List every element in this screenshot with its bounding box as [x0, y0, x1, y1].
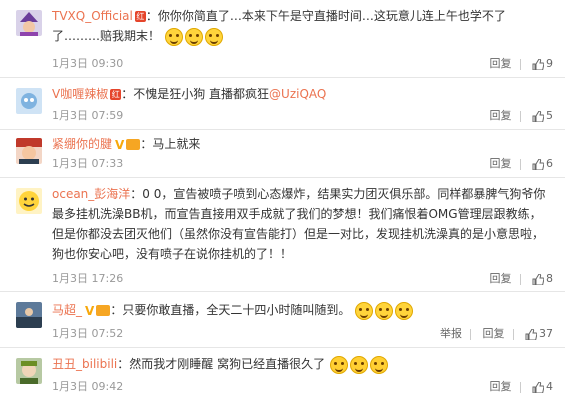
username-link[interactable]: 马超_: [52, 303, 82, 317]
reply-button[interactable]: 回复: [483, 325, 505, 343]
like-button[interactable]: 9: [532, 55, 553, 73]
avatar[interactable]: [16, 10, 42, 36]
comment-text: ：然而我才刚睡醒 窝狗已经直播很久了: [117, 357, 326, 371]
comment-meta: 1月3日 09:30 回复 9: [52, 55, 553, 73]
comment-body: 丑丑_bilibili：然而我才刚睡醒 窝狗已经直播很久了: [52, 354, 553, 374]
comment-body: V咖喱辣椒红：不愧是狂小狗 直播都疯狂@UziQAQ: [52, 84, 553, 104]
member-badge-icon: 红: [110, 89, 122, 100]
thumbs-up-icon: [532, 381, 544, 393]
comment-item: 紧绷你的腱 V ：马上就来 1月3日 07:33 回复 6: [0, 130, 565, 178]
mention-link[interactable]: @UziQAQ: [269, 87, 326, 101]
comment-list: TVXQ_Official 红：你你你简直了…本来下午是守直播时间…这玩意儿连上午…: [0, 0, 565, 408]
thumbs-up-icon: [532, 58, 544, 70]
laughing-emoji-icon: [329, 355, 348, 374]
avatar[interactable]: [16, 188, 42, 214]
laughing-emoji-icon: [369, 355, 388, 374]
like-count: 6: [546, 157, 553, 170]
timestamp: 1月3日 07:52: [52, 327, 124, 340]
comment-meta: 1月3日 07:33 回复 6: [52, 155, 553, 173]
reply-button[interactable]: 回复: [490, 107, 512, 125]
comment-item: ocean_彭海洋：0 0，宣告被喷子喷到心态爆炸，结果实力团灭俱乐部。同样都暴…: [0, 178, 565, 292]
emoji-icon: [164, 27, 183, 46]
emoji-icon: [184, 27, 203, 46]
comment-body: 马超_ V ：只要你敢直播，全天二十四小时随叫随到。: [52, 300, 553, 321]
comment-item: V咖喱辣椒红：不愧是狂小狗 直播都疯狂@UziQAQ 1月3日 07:59 回复…: [0, 78, 565, 130]
comment-item: 丑丑_bilibili：然而我才刚睡醒 窝狗已经直播很久了 1月3日 09:42…: [0, 348, 565, 408]
avatar[interactable]: [16, 138, 42, 164]
avatar[interactable]: [16, 302, 42, 328]
like-count: 9: [546, 57, 553, 70]
verified-v-icon: V: [115, 137, 125, 152]
avatar[interactable]: [16, 88, 42, 114]
comment-meta: 1月3日 09:42 回复 4: [52, 378, 553, 396]
verified-v-icon: V: [85, 303, 95, 318]
reply-button[interactable]: 回复: [490, 55, 512, 73]
comment-body: 紧绷你的腱 V ：马上就来: [52, 134, 553, 155]
comment-meta: 1月3日 07:52 举报 回复 37: [52, 325, 553, 343]
thumbs-up-icon: [525, 328, 537, 340]
crown-icon: [96, 305, 111, 316]
emoji-icon: [375, 301, 394, 320]
username-link[interactable]: 紧绷你的腱: [52, 137, 112, 151]
comment-text: ：马上就来: [140, 137, 201, 151]
thumbs-up-icon: [532, 110, 544, 122]
like-button[interactable]: 8: [532, 270, 553, 288]
emoji-icon: [355, 301, 374, 320]
comment-meta: 1月3日 17:26 回复 8: [52, 270, 553, 288]
reply-button[interactable]: 回复: [490, 270, 512, 288]
thumbs-up-icon: [532, 158, 544, 170]
username-link[interactable]: V咖喱辣椒: [52, 87, 108, 101]
like-count: 4: [546, 380, 553, 393]
emoji-icon: [395, 301, 414, 320]
timestamp: 1月3日 07:59: [52, 109, 124, 122]
thumbs-up-icon: [532, 273, 544, 285]
avatar[interactable]: [16, 358, 42, 384]
username-link[interactable]: ocean_彭海洋: [52, 187, 130, 201]
like-count: 8: [546, 272, 553, 285]
emoji-icon: [204, 27, 223, 46]
timestamp: 1月3日 09:30: [52, 57, 124, 70]
report-button[interactable]: 举报: [440, 325, 462, 343]
like-button[interactable]: 5: [532, 107, 553, 125]
laughing-emoji-icon: [349, 355, 368, 374]
comment-body: ocean_彭海洋：0 0，宣告被喷子喷到心态爆炸，结果实力团灭俱乐部。同样都暴…: [52, 184, 553, 264]
like-button[interactable]: 6: [532, 155, 553, 173]
username-link[interactable]: TVXQ_Official: [52, 9, 133, 23]
username-link[interactable]: 丑丑_bilibili: [52, 357, 117, 371]
timestamp: 1月3日 09:42: [52, 380, 124, 393]
member-badge-icon: 红: [134, 11, 146, 22]
timestamp: 1月3日 07:33: [52, 157, 124, 170]
like-button[interactable]: 4: [532, 378, 553, 396]
timestamp: 1月3日 17:26: [52, 272, 124, 285]
comment-text: ：不愧是狂小狗 直播都疯狂: [121, 87, 270, 101]
comment-text: ：只要你敢直播，全天二十四小时随叫随到。: [110, 303, 351, 317]
comment-item: TVXQ_Official 红：你你你简直了…本来下午是守直播时间…这玩意儿连上午…: [0, 0, 565, 78]
like-count: 37: [539, 327, 553, 340]
reply-button[interactable]: 回复: [490, 155, 512, 173]
like-count: 5: [546, 109, 553, 122]
comment-meta: 1月3日 07:59 回复 5: [52, 107, 553, 125]
reply-button[interactable]: 回复: [490, 378, 512, 396]
comment-body: TVXQ_Official 红：你你你简直了…本来下午是守直播时间…这玩意儿连上午…: [52, 6, 553, 46]
comment-item: 马超_ V ：只要你敢直播，全天二十四小时随叫随到。 1月3日 07:52 举报 回…: [0, 292, 565, 348]
crown-icon: [126, 139, 141, 150]
like-button[interactable]: 37: [525, 325, 553, 343]
